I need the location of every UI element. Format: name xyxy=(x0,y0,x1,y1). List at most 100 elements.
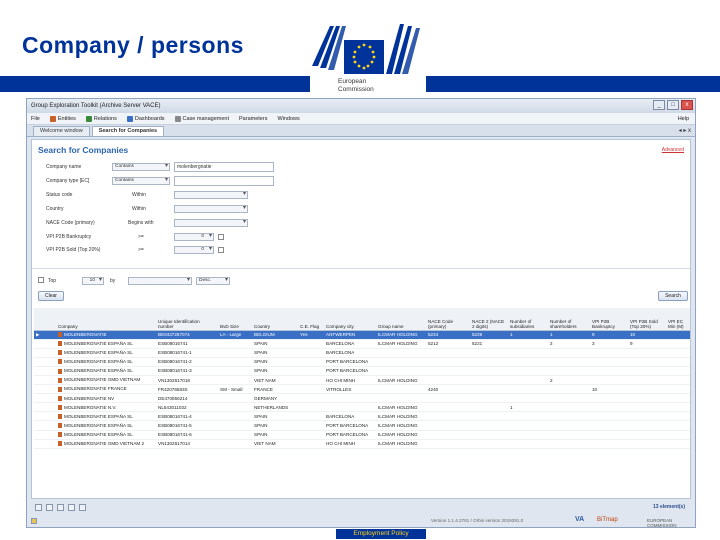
column-header[interactable]: NACE Code (primary) xyxy=(426,308,470,331)
table-cell: NETHERLANDS xyxy=(252,402,298,413)
table-row[interactable]: MOLENBERGNATIE ESPAÑA SL ESB08016741-1 SPA… xyxy=(34,348,690,358)
table-row[interactable]: MOLENBERGNATIE ESPAÑA SL ESB08016741-3 SPA… xyxy=(34,366,690,376)
table-cell: 1 xyxy=(508,330,548,340)
vpi-sold-checkbox[interactable] xyxy=(218,247,224,253)
clear-button[interactable]: Clear xyxy=(38,291,64,301)
print-icon[interactable] xyxy=(57,503,64,511)
menu-parameters[interactable]: Parameters xyxy=(239,116,267,122)
table-cell xyxy=(508,348,548,358)
table-cell: PORT BARCELONA xyxy=(324,357,376,367)
column-header[interactable]: VPI P2B Bankruptcy xyxy=(590,308,628,331)
order-direction-select[interactable]: Desc. xyxy=(196,277,230,285)
menu-dashboards[interactable]: Dashboards xyxy=(126,115,165,122)
nace-select[interactable] xyxy=(174,219,248,227)
menu-windows[interactable]: Windows xyxy=(277,116,299,122)
table-row[interactable]: MOLENBERGNATIE NV DE470856214 GERMANY xyxy=(34,393,690,404)
cell-text: SPAIN xyxy=(254,359,268,365)
cell-text: MOLENBERGNATIE ESPAÑA SL xyxy=(64,422,133,428)
order-by-select[interactable] xyxy=(128,277,192,285)
table-cell: 10 xyxy=(628,330,666,340)
filter-icon[interactable] xyxy=(68,503,75,511)
column-header[interactable]: Company city xyxy=(324,308,376,331)
table-row[interactable]: MOLENBERGNATIE FRANCE FR42076583S SM - Sma… xyxy=(34,384,690,395)
tab-welcome[interactable]: Welcome window xyxy=(33,126,90,136)
table-cell: FRANCE xyxy=(252,384,298,395)
table-cell xyxy=(376,384,426,395)
menu-help[interactable]: Help xyxy=(678,116,689,122)
cell-text: ILCMAR HOLDING xyxy=(378,332,418,338)
top-label: Top xyxy=(48,278,57,284)
vpi-sold-value[interactable]: 0 xyxy=(174,246,214,254)
company-icon xyxy=(58,395,62,401)
company-name-operator[interactable]: Contains xyxy=(112,163,170,171)
cell-text: BARCELONA xyxy=(326,341,355,347)
menu-entities[interactable]: Entities xyxy=(49,115,76,122)
column-header[interactable] xyxy=(34,308,56,331)
column-header[interactable]: Company xyxy=(56,308,156,331)
column-header[interactable]: C.E. Flag xyxy=(298,308,324,331)
table-cell xyxy=(628,393,666,404)
close-button[interactable]: x xyxy=(681,100,693,110)
company-type-input[interactable] xyxy=(174,176,274,186)
table-row[interactable]: MOLENBERGNATIE ESPAÑA SL ESB08016741-6 SPA… xyxy=(34,430,690,440)
table-row[interactable]: MOLENBERGNATIE ESPAÑA SL ESB08016741-4 SPA… xyxy=(34,411,690,422)
top-checkbox[interactable] xyxy=(38,277,44,283)
column-header[interactable]: VPI EC Min (M) xyxy=(666,308,690,331)
table-row[interactable]: MOLENBERGNATIE GMD VIETNAM VN1302617018 VI… xyxy=(34,375,690,386)
table-cell xyxy=(548,366,590,376)
company-type-select[interactable]: Contains xyxy=(112,177,170,185)
table-row[interactable]: MOLENBERGNATIE ESPAÑA SL ESB08016741-2 SPA… xyxy=(34,357,690,367)
column-header[interactable]: NACE 2 (NACE 2 digits) xyxy=(470,308,508,331)
table-cell xyxy=(218,339,252,349)
minimize-button[interactable]: _ xyxy=(653,100,665,110)
table-row[interactable]: ▶ MOLENBERGNATIE BE0437287074 LA - Large BEL… xyxy=(34,330,690,340)
table-row[interactable]: MOLENBERGNATIE GMD VIETNAM 2 VN1302617014… xyxy=(34,439,690,449)
cell-text: MOLENBERGNATIE N.V. xyxy=(64,404,117,410)
column-header[interactable]: Unique Identification number xyxy=(156,308,218,331)
column-header[interactable]: Group name xyxy=(376,308,426,331)
table-cell: 9 xyxy=(628,339,666,349)
vpi-bankruptcy-checkbox[interactable] xyxy=(218,234,224,240)
vpi-bankruptcy-value[interactable]: 0 xyxy=(174,233,214,241)
element-count: 13 element(s) xyxy=(653,504,685,510)
column-header[interactable]: Number of subsidiaries xyxy=(508,308,548,331)
chart-icon[interactable] xyxy=(79,503,86,511)
table-cell xyxy=(548,357,590,367)
advanced-link[interactable]: Advanced xyxy=(662,147,684,153)
table-cell: 5229 xyxy=(470,330,508,340)
column-header[interactable]: Country xyxy=(252,308,298,331)
copy-icon[interactable] xyxy=(35,503,42,511)
maximize-button[interactable]: □ xyxy=(667,100,679,110)
vpi-sold-operator: >= xyxy=(138,247,144,253)
cell-text: 10 xyxy=(592,386,598,392)
table-cell xyxy=(628,402,666,413)
table-cell: ESB08016741-5 xyxy=(156,420,218,431)
tab-search-companies[interactable]: Search for Companies xyxy=(91,126,165,136)
column-header[interactable]: BvD Size xyxy=(218,308,252,331)
cell-text: MOLENBERGNATIE NV xyxy=(64,395,115,401)
search-button[interactable]: Search xyxy=(658,291,688,301)
column-header[interactable]: Number of shareholders xyxy=(548,308,590,331)
table-cell: ANTWERPEN xyxy=(324,330,376,340)
country-select[interactable] xyxy=(174,205,248,213)
row-indicator xyxy=(34,420,56,431)
menu-relations[interactable]: Relations xyxy=(85,115,117,122)
export-icon[interactable] xyxy=(46,503,53,511)
table-cell: MOLENBERGNATIE ESPAÑA SL xyxy=(56,411,156,422)
cell-text: BELGIUM xyxy=(254,332,275,338)
ec-building-icon xyxy=(312,24,420,74)
tab-controls[interactable]: ◂ ▸ x xyxy=(679,127,691,134)
menu-file[interactable]: File xyxy=(31,116,40,122)
status-icon xyxy=(31,518,37,524)
company-name-input[interactable]: molenbergnatie xyxy=(174,162,274,172)
table-cell xyxy=(470,357,508,367)
table-row[interactable]: MOLENBERGNATIE ESPAÑA SL ESB08016741-5 SPA… xyxy=(34,420,690,431)
table-row[interactable]: MOLENBERGNATIE N.V. NL543011032 NETHERLAND… xyxy=(34,402,690,413)
column-header[interactable]: VPI P2B Sold (Top 20%) xyxy=(628,308,666,331)
menu-case-management[interactable]: Case management xyxy=(174,115,229,122)
status-select[interactable] xyxy=(174,191,248,199)
top-value[interactable]: 10 xyxy=(82,277,104,285)
table-row[interactable]: MOLENBERGNATIE ESPAÑA SL ESB08016741 SPAIN… xyxy=(34,339,690,349)
cell-text: ESB08016741 xyxy=(158,341,188,347)
row-indicator xyxy=(34,402,56,413)
